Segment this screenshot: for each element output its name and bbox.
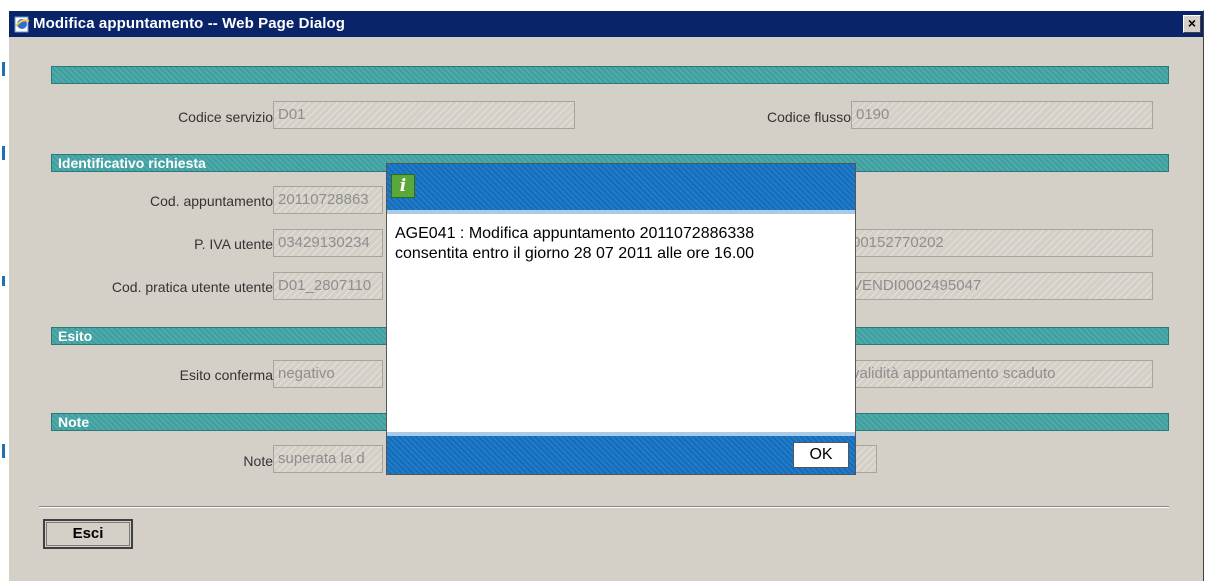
section-title: Esito (58, 328, 93, 344)
title-bar[interactable]: Modifica appuntamento -- Web Page Dialog… (9, 11, 1203, 37)
window-title: Modifica appuntamento -- Web Page Dialog (33, 15, 346, 32)
cod-pratica-label: Cod. pratica utente utente (111, 279, 273, 295)
info-icon: i (391, 174, 415, 198)
section-bar-top (51, 66, 1169, 84)
dialog-window: Modifica appuntamento -- Web Page Dialog… (8, 10, 1204, 581)
ok-button[interactable]: OK (793, 442, 849, 468)
codice-flusso-label: Codice flusso (766, 109, 851, 125)
message-header: i (387, 164, 855, 214)
background-mark (2, 146, 5, 160)
background-mark (2, 276, 5, 286)
esci-button[interactable]: Esci (43, 519, 133, 549)
background-mark (2, 444, 5, 458)
note-field[interactable]: superata la d (273, 445, 383, 473)
message-line-2: consentita entro il giorno 28 07 2011 al… (395, 245, 755, 262)
message-line-1: AGE041 : Modifica appuntamento 201107288… (395, 225, 755, 242)
divider (39, 506, 1169, 508)
background-window-edge (0, 0, 8, 581)
piva-utente-label: P. IVA utente (194, 236, 273, 252)
section-title: Note (58, 414, 90, 430)
codice-servizio-field[interactable]: D01 (273, 101, 575, 129)
message-footer: OK (387, 432, 855, 474)
cod-pratica-field[interactable]: D01_2807110 (273, 272, 383, 300)
esito-right-field[interactable]: validità appuntamento scaduto (851, 360, 1153, 388)
note-label: Note (243, 453, 273, 469)
piva-right-field[interactable]: 00152770202 (851, 229, 1153, 257)
cod-pratica-right-field[interactable]: VENDI0002495047 (851, 272, 1153, 300)
cod-appuntamento-field[interactable]: 20110728863 (273, 186, 383, 214)
cod-appuntamento-label: Cod. appuntamento (150, 193, 273, 209)
close-icon[interactable]: × (1183, 15, 1201, 33)
codice-flusso-field[interactable]: 0190 (851, 101, 1153, 129)
message-text: AGE041 : Modifica appuntamento 201107288… (395, 224, 847, 264)
ie-page-icon (13, 15, 31, 33)
piva-utente-field[interactable]: 03429130234 (273, 229, 383, 257)
esito-conferma-label: Esito conferma (179, 367, 273, 383)
section-title: Identificativo richiesta (58, 155, 206, 171)
esito-conferma-field[interactable]: negativo (273, 360, 383, 388)
message-dialog: i AGE041 : Modifica appuntamento 2011072… (386, 163, 856, 475)
codice-servizio-label: Codice servizio (178, 109, 273, 125)
background-mark (2, 62, 5, 76)
